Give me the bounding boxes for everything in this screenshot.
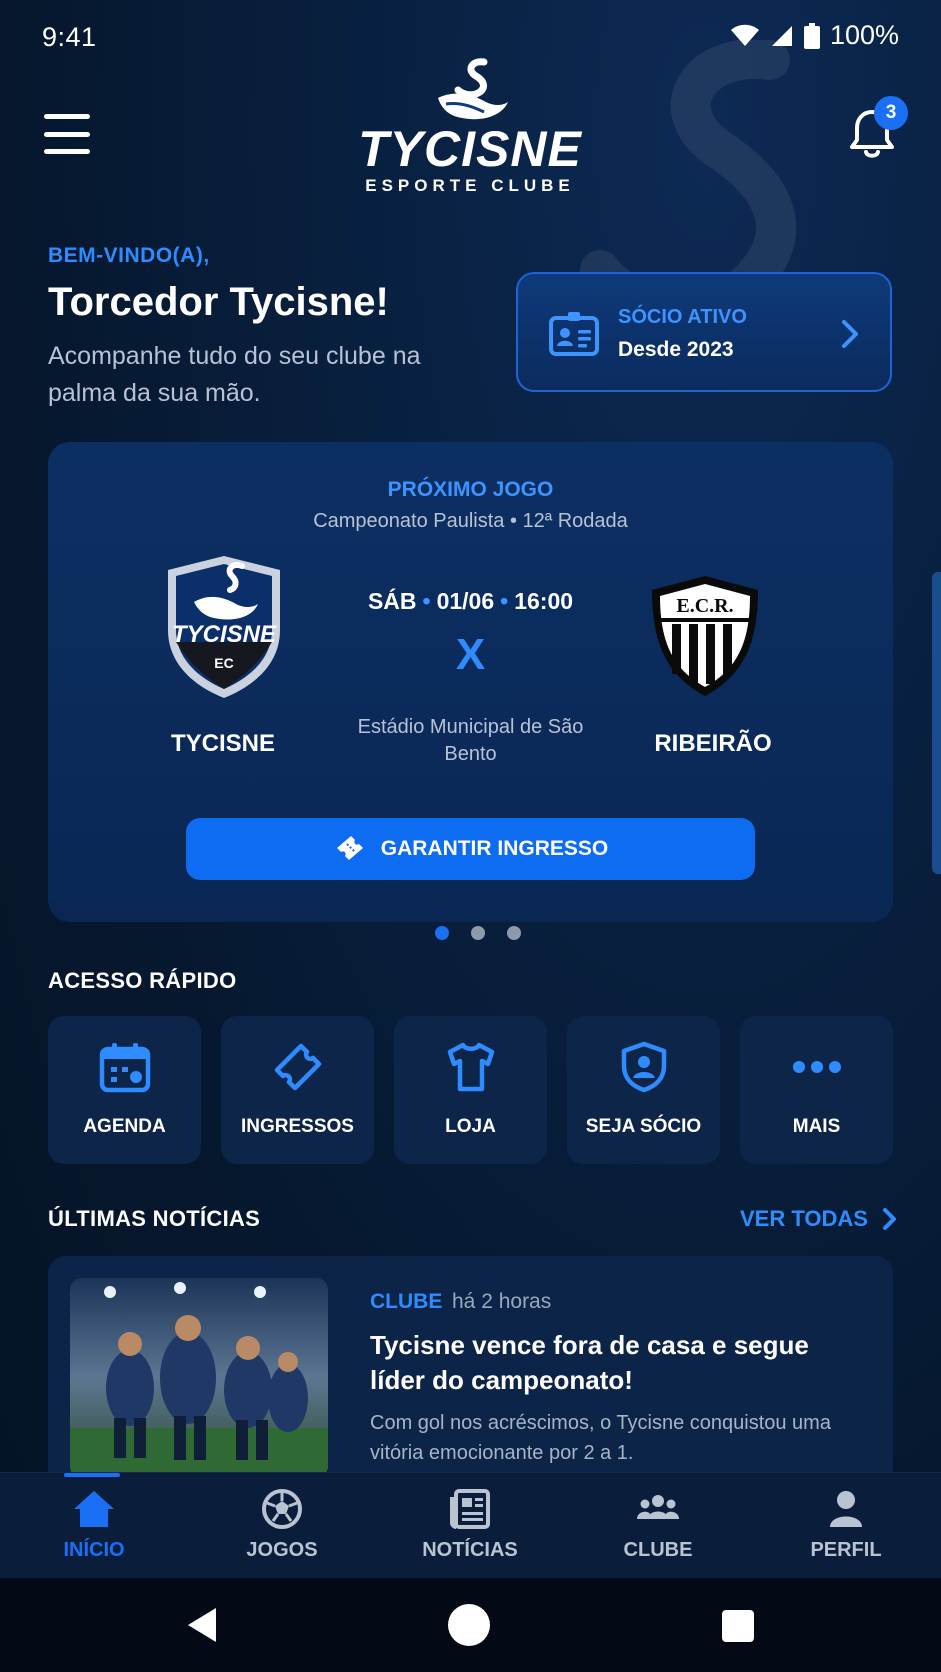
match-venue: Estádio Municipal de São Bento — [357, 716, 584, 765]
ticket-icon — [274, 1043, 322, 1091]
chevron-right-icon — [882, 1208, 896, 1230]
nav-news[interactable]: NOTÍCIAS — [376, 1473, 564, 1579]
quick-tickets[interactable]: INGRESSOS — [221, 1016, 374, 1164]
welcome-title: Torcedor Tycisne! — [48, 280, 389, 324]
quick-store[interactable]: LOJA — [394, 1016, 547, 1164]
news-section-title: ÚLTIMAS NOTÍCIAS — [48, 1206, 261, 1231]
quick-agenda[interactable]: AGENDA — [48, 1016, 201, 1164]
menu-line — [44, 114, 90, 119]
menu-line — [44, 131, 90, 137]
see-all-label: VER TODAS — [740, 1206, 868, 1231]
membership-since: Desde 2023 — [618, 338, 734, 361]
active-indicator — [64, 1473, 120, 1477]
logo-title: TYCISNE — [358, 121, 582, 177]
news-photo — [70, 1278, 328, 1478]
battery-percent: 100% — [829, 20, 899, 50]
separator-dot: • — [500, 588, 509, 614]
nav-profile[interactable]: PERFIL — [752, 1473, 940, 1579]
nav-club[interactable]: CLUBE — [564, 1473, 752, 1579]
match-datetime: SÁB • 01/06 • 16:00 — [278, 588, 663, 615]
nav-label: PERFIL — [810, 1539, 882, 1561]
user-icon — [830, 1491, 862, 1527]
separator-dot: • — [422, 588, 431, 614]
menu-button[interactable] — [44, 114, 90, 154]
news-headline: Tycisne vence fora de casa e segue líder… — [370, 1330, 809, 1395]
membership-status: SÓCIO ATIVO — [618, 306, 747, 328]
ticket-icon — [336, 836, 363, 860]
carousel-dot-3[interactable] — [507, 926, 521, 940]
wifi-icon — [730, 24, 759, 46]
cell-signal-icon — [771, 25, 792, 46]
next-match-kicker: PRÓXIMO JOGO — [387, 478, 554, 501]
bottom-navigation: INÍCIO JOGOS NOTÍCIAS CLUBE PERFIL — [0, 1472, 941, 1578]
nav-label: CLUBE — [623, 1539, 693, 1561]
home-team-name: TYCISNE — [170, 730, 275, 757]
calendar-icon — [99, 1043, 151, 1093]
nav-games[interactable]: JOGOS — [188, 1473, 376, 1579]
away-team-name: RIBEIRÃO — [654, 730, 772, 757]
nav-home[interactable]: INÍCIO — [0, 1473, 188, 1579]
next-match-card: PRÓXIMO JOGO Campeonato Paulista • 12ª R… — [48, 442, 893, 922]
battery-icon — [803, 22, 820, 49]
news-category: CLUBE — [370, 1290, 443, 1313]
match-day: SÁB — [367, 588, 417, 614]
shield-user-icon — [621, 1041, 667, 1093]
member-id-card-icon — [549, 312, 599, 356]
see-all-news-link[interactable]: VER TODAS — [740, 1206, 898, 1232]
buy-ticket-label: GARANTIR INGRESSO — [380, 837, 609, 860]
home-button[interactable] — [448, 1604, 490, 1646]
nav-label: JOGOS — [246, 1539, 318, 1561]
carousel-dot-1[interactable] — [435, 926, 449, 940]
status-indicators: 100% — [730, 20, 899, 51]
more-dots-icon — [793, 1061, 841, 1073]
club-logo: TYCISNE ESPORTE CLUBE — [320, 58, 620, 198]
membership-card[interactable]: SÓCIO ATIVO Desde 2023 — [516, 272, 892, 392]
quick-more[interactable]: MAIS — [740, 1016, 893, 1164]
quick-label: SEJA SÓCIO — [585, 1116, 702, 1137]
menu-line — [44, 149, 90, 154]
quick-label: INGRESSOS — [241, 1116, 354, 1137]
system-navigation-bar — [0, 1578, 941, 1672]
quick-label: AGENDA — [83, 1116, 166, 1137]
status-time: 9:41 — [42, 22, 97, 52]
logo-subtitle: ESPORTE CLUBE — [365, 176, 575, 195]
shirt-icon — [447, 1042, 495, 1092]
newspaper-icon — [450, 1489, 490, 1529]
quick-label: MAIS — [792, 1116, 841, 1137]
news-time: há 2 horas — [452, 1290, 552, 1313]
swan-logo-icon — [438, 58, 508, 120]
notification-badge: 3 — [874, 96, 908, 130]
welcome-kicker: BEM-VINDO(A), — [48, 244, 210, 267]
chevron-right-icon — [842, 320, 858, 348]
app-screen: 9:41 100% TYCISNE ESPORTE CLUBE 3 BEM-VI… — [0, 0, 941, 1672]
soccer-ball-icon — [262, 1489, 302, 1529]
quick-membership[interactable]: SEJA SÓCIO — [567, 1016, 720, 1164]
quick-access-title: ACESSO RÁPIDO — [48, 968, 237, 993]
carousel-dots — [418, 922, 538, 944]
news-card[interactable]: CLUBE há 2 horas Tycisne vence fora de c… — [48, 1256, 893, 1488]
home-icon — [74, 1491, 114, 1527]
buy-ticket-button[interactable]: GARANTIR INGRESSO — [186, 818, 755, 880]
nav-label: NOTÍCIAS — [422, 1539, 518, 1561]
match-date: 01/06 — [436, 588, 495, 614]
away-crest-text: E.C.R. — [676, 595, 733, 617]
group-icon — [637, 1495, 679, 1519]
match-competition: Campeonato Paulista • 12ª Rodada — [313, 510, 628, 532]
quick-label: LOJA — [445, 1116, 496, 1137]
carousel-dot-2[interactable] — [471, 926, 485, 940]
versus-mark: X — [455, 630, 486, 679]
news-summary: Com gol nos acréscimos, o Tycisne conqui… — [370, 1412, 831, 1464]
match-time: 16:00 — [514, 588, 574, 614]
quick-access-grid: AGENDA INGRESSOS LOJA SEJA SÓCIO MAIS — [48, 1016, 893, 1166]
edge-handle[interactable] — [932, 572, 941, 874]
recent-apps-button[interactable] — [722, 1610, 754, 1642]
welcome-text: Acompanhe tudo do seu clube na palma da … — [48, 342, 421, 407]
nav-label: INÍCIO — [63, 1539, 125, 1561]
back-icon[interactable] — [180, 1600, 230, 1650]
